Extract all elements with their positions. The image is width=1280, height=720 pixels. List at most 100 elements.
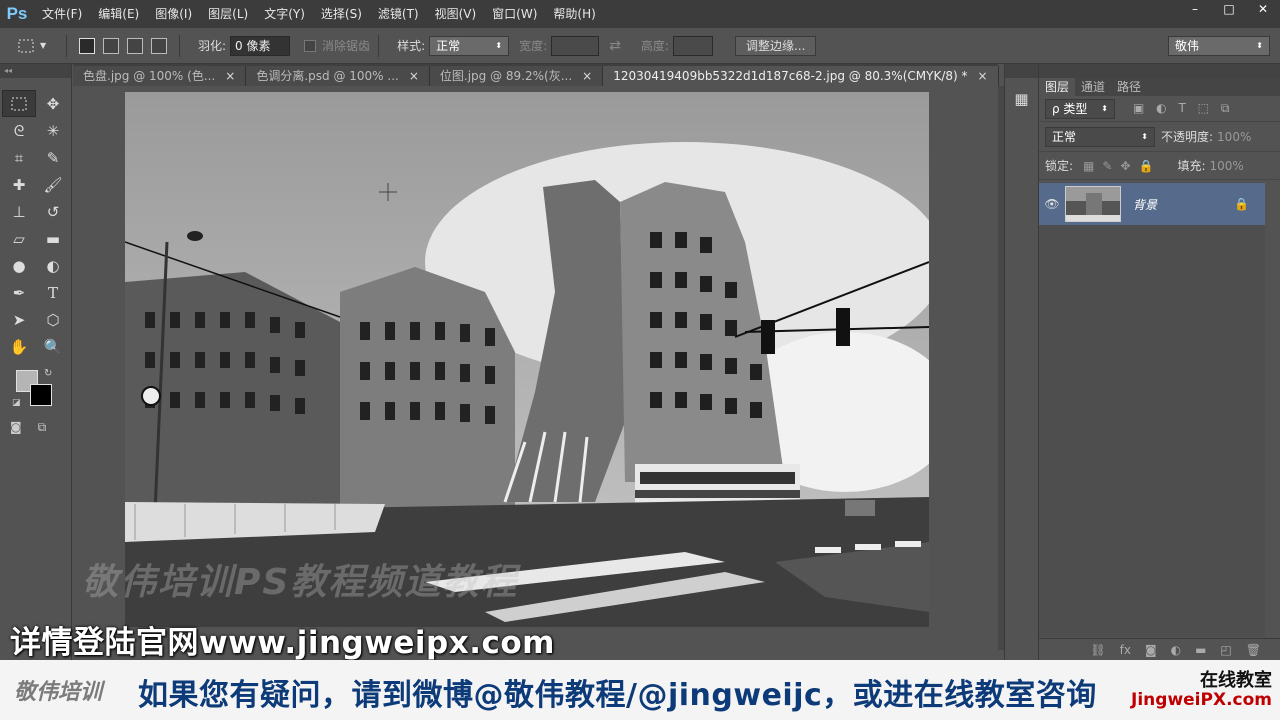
tab-label: 12030419409bb5322d1d187c68-2.jpg @ 80.3%… [613, 69, 968, 83]
healing-brush-icon[interactable]: ✚ [2, 171, 36, 198]
new-selection-button[interactable] [79, 37, 95, 54]
add-selection-button[interactable] [103, 37, 119, 54]
lock-all-icon[interactable]: 🔒 [1139, 159, 1154, 173]
pen-icon[interactable]: ✒ [2, 279, 36, 306]
style-select[interactable]: 正常 ⬍ [429, 35, 510, 56]
panel-collapse-handle[interactable] [1005, 64, 1038, 78]
workspace-select[interactable]: 敬伟 ⬍ [1168, 35, 1270, 56]
screen-mode-icon[interactable]: ⧉ [38, 420, 47, 435]
crop-icon[interactable]: ⌗ [2, 144, 36, 171]
updown-icon: ⬍ [1101, 103, 1108, 113]
add-mask-icon[interactable]: ◙ [1145, 643, 1157, 657]
banner-message: 如果您有疑问，请到微博@敬伟教程/@jingweijc，或进在线教室咨询 [138, 678, 1097, 713]
close-tab-icon[interactable]: × [409, 66, 419, 86]
menu-filter[interactable]: 滤镜(T) [370, 0, 427, 28]
eye-icon[interactable]: 👁 [1039, 197, 1065, 211]
document-image[interactable] [125, 92, 929, 627]
move-tool-icon[interactable]: ✥ [36, 90, 70, 117]
new-layer-icon[interactable]: ◰ [1220, 643, 1231, 657]
menu-edit[interactable]: 编辑(E) [90, 0, 147, 28]
minimize-button[interactable]: – [1178, 0, 1212, 18]
magic-wand-icon[interactable]: ✳ [36, 117, 70, 144]
tab-document-4[interactable]: 12030419409bb5322d1d187c68-2.jpg @ 80.3%… [603, 66, 999, 86]
ps-logo: Ps [6, 4, 28, 23]
lock-position-icon[interactable]: ✥ [1120, 159, 1130, 173]
history-panel-icon[interactable]: ▦ [1011, 90, 1033, 110]
default-colors-icon[interactable]: ◪ [12, 398, 21, 408]
path-select-icon[interactable]: ➤ [2, 306, 36, 333]
layers-panel-footer: ⛓ fx ◙ ◐ ▬ ◰ 🗑 [1039, 638, 1280, 660]
panel-collapse-handle[interactable]: ◂◂ [0, 64, 71, 78]
fill-value[interactable]: 100% [1210, 159, 1244, 173]
adjustment-layer-icon[interactable]: ◐ [1171, 643, 1181, 657]
website-url-overlay: 详情登陆官网www.jingweipx.com [10, 625, 555, 661]
options-bar: ▼ 羽化: 0 像素 消除锯齿 样式: 正常 ⬍ 宽度: ⇄ 高度: 调整边缘.… [0, 28, 1280, 64]
feather-input[interactable]: 0 像素 [230, 35, 291, 56]
tool-preset-picker[interactable]: ▼ [8, 34, 58, 58]
lock-transparency-icon[interactable]: ▦ [1083, 159, 1094, 173]
close-tab-icon[interactable]: × [978, 66, 988, 86]
blend-mode-select[interactable]: 正常 ⬍ [1045, 126, 1155, 147]
filter-type-select[interactable]: ρ 类型 ⬍ [1045, 98, 1115, 119]
tab-layers[interactable]: 图层 [1039, 78, 1076, 96]
rect-marquee-icon[interactable] [2, 90, 36, 117]
zoom-icon[interactable]: 🔍 [36, 333, 70, 360]
layer-row-background[interactable]: 👁 背景 🔒 [1039, 183, 1265, 225]
tab-label: 色盘.jpg @ 100% (色... [83, 69, 216, 83]
menu-image[interactable]: 图像(I) [147, 0, 200, 28]
eraser-icon[interactable]: ▱ [2, 225, 36, 252]
antialias-checkbox[interactable] [304, 39, 317, 52]
lock-pixels-icon[interactable]: ✎ [1102, 159, 1112, 173]
tab-document-1[interactable]: 色盘.jpg @ 100% (色... × [73, 66, 247, 86]
eyedropper-icon[interactable]: ✎ [36, 144, 70, 171]
menu-file[interactable]: 文件(F) [34, 0, 90, 28]
trash-icon[interactable]: 🗑 [1246, 643, 1261, 657]
menu-select[interactable]: 选择(S) [313, 0, 370, 28]
subtract-selection-button[interactable] [127, 37, 143, 54]
new-group-icon[interactable]: ▬ [1195, 643, 1206, 657]
close-tab-icon[interactable]: × [225, 66, 235, 86]
layer-name[interactable]: 背景 [1133, 196, 1157, 213]
filter-type-icon[interactable]: T [1178, 101, 1185, 115]
height-input[interactable] [672, 35, 713, 56]
width-input[interactable] [551, 35, 600, 56]
blur-icon[interactable]: ● [2, 252, 36, 279]
maximize-button[interactable]: □ [1212, 0, 1246, 18]
type-icon[interactable]: T [36, 279, 70, 306]
refine-edge-button[interactable]: 调整边缘... [734, 35, 817, 56]
layers-list-empty [1039, 225, 1265, 637]
blend-mode-value: 正常 [1052, 129, 1077, 144]
dodge-icon[interactable]: ◐ [36, 252, 70, 279]
tab-channels[interactable]: 通道 [1075, 78, 1111, 96]
filter-pixel-icon[interactable]: ▣ [1133, 101, 1144, 115]
tab-document-2[interactable]: 色调分离.psd @ 100% ... × [246, 66, 430, 86]
tab-paths[interactable]: 路径 [1111, 78, 1147, 96]
history-brush-icon[interactable]: ↺ [36, 198, 70, 225]
quick-mask-icon[interactable]: ◙ [10, 420, 22, 435]
filter-adjustment-icon[interactable]: ◐ [1156, 101, 1166, 115]
menu-help[interactable]: 帮助(H) [545, 0, 603, 28]
close-tab-icon[interactable]: × [582, 66, 592, 86]
brush-icon[interactable]: 🖌 [36, 171, 70, 198]
filter-shape-icon[interactable]: ⬚ [1198, 101, 1209, 115]
menu-layer[interactable]: 图层(L) [200, 0, 256, 28]
opacity-value[interactable]: 100% [1217, 130, 1251, 144]
tab-document-3[interactable]: 位图.jpg @ 89.2%(灰... × [429, 66, 604, 86]
menu-type[interactable]: 文字(Y) [256, 0, 313, 28]
clone-stamp-icon[interactable]: ⊥ [2, 198, 36, 225]
background-color-swatch[interactable] [30, 384, 52, 406]
panel-collapse-handle[interactable] [1039, 64, 1280, 78]
close-button[interactable]: ✕ [1246, 0, 1280, 18]
lasso-icon[interactable]: ᘓ [2, 117, 36, 144]
link-layers-icon[interactable]: ⛓ [1090, 643, 1105, 657]
menu-window[interactable]: 窗口(W) [484, 0, 545, 28]
fx-icon[interactable]: fx [1120, 643, 1131, 657]
gradient-icon[interactable]: ▬ [36, 225, 70, 252]
intersect-selection-button[interactable] [151, 37, 167, 54]
hand-icon[interactable]: ✋ [2, 333, 36, 360]
filter-smart-object-icon[interactable]: ⧉ [1221, 101, 1230, 115]
menu-view[interactable]: 视图(V) [427, 0, 485, 28]
swap-colors-icon[interactable]: ↻ [44, 368, 52, 379]
swap-icon[interactable]: ⇄ [609, 38, 621, 54]
shape-icon[interactable]: ⬡ [36, 306, 70, 333]
